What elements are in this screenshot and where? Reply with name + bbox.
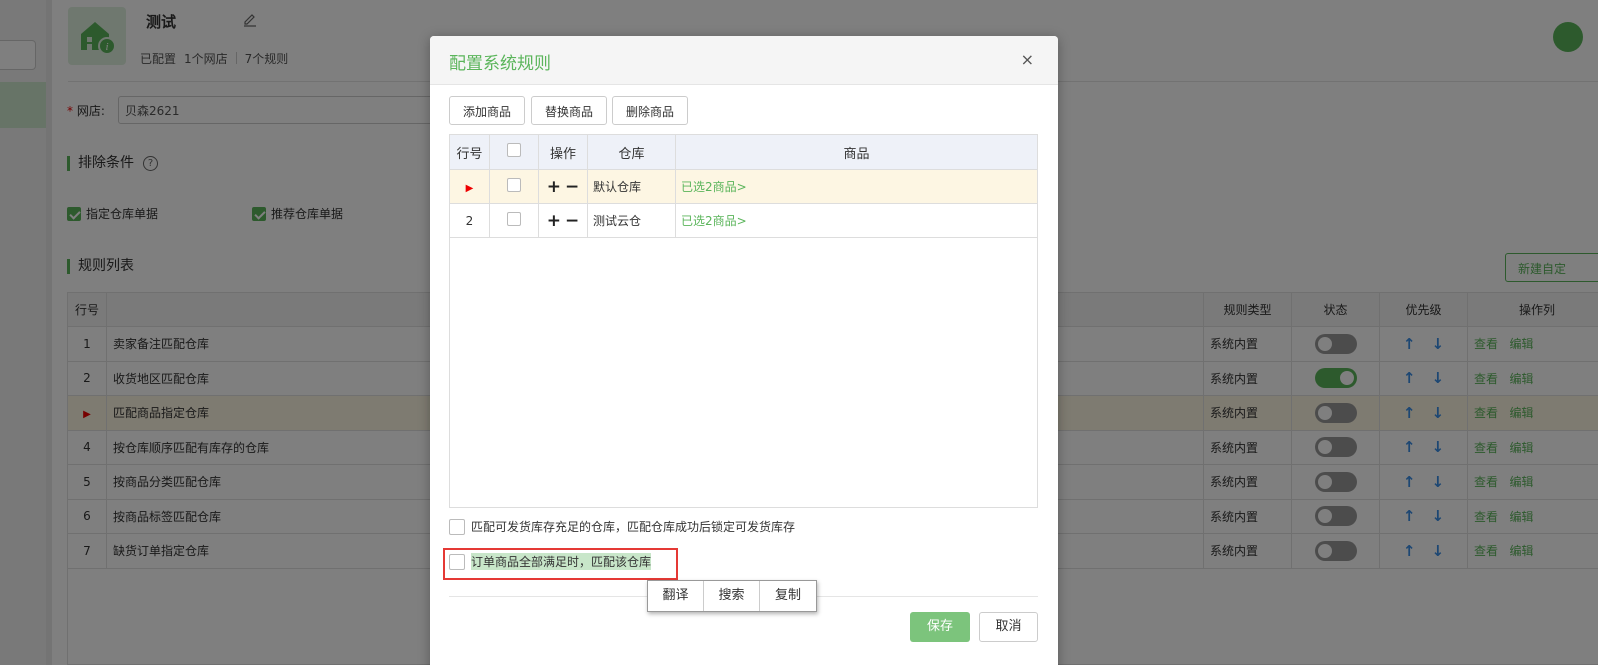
- current-row-marker-icon: ▶: [465, 182, 474, 194]
- table-header: 行号 操作 仓库 商品: [449, 134, 1038, 170]
- option-sufficient-stock[interactable]: 匹配可发货库存充足的仓库，匹配仓库成功后锁定可发货库存: [449, 518, 795, 535]
- col-goods: 商品: [675, 134, 1038, 170]
- col-select-all[interactable]: [489, 134, 539, 170]
- row-checkbox[interactable]: [507, 178, 521, 192]
- goods-selected-link[interactable]: 已选2商品>: [675, 203, 1038, 238]
- cell-warehouse: 测试云仓: [587, 203, 676, 238]
- checkbox[interactable]: [449, 518, 465, 535]
- close-icon[interactable]: ×: [1021, 50, 1034, 69]
- cancel-button[interactable]: 取消: [979, 612, 1038, 642]
- col-op: 操作: [538, 134, 588, 170]
- plus-icon[interactable]: +: [547, 177, 561, 197]
- text-context-menu: 翻译 搜索 复制: [647, 580, 817, 612]
- col-no: 行号: [449, 134, 490, 170]
- goods-table: 行号 操作 仓库 商品 ▶ + − 默认仓库 已选2商品> 2 + − 测试云仓 已选2商品>: [449, 134, 1038, 238]
- table-row[interactable]: ▶ + − 默认仓库 已选2商品>: [449, 169, 1038, 204]
- cell-select: [489, 169, 539, 204]
- delete-goods-button[interactable]: 删除商品: [612, 96, 689, 125]
- col-warehouse: 仓库: [587, 134, 676, 170]
- cell-no: 2: [449, 203, 490, 238]
- row-checkbox[interactable]: [507, 212, 521, 226]
- search-menu-item[interactable]: 搜索: [704, 581, 760, 611]
- dialog-title: 配置系统规则: [449, 54, 551, 74]
- plus-icon[interactable]: +: [547, 211, 561, 231]
- add-goods-button[interactable]: 添加商品: [449, 96, 526, 125]
- goods-table-empty-area: [449, 238, 1038, 508]
- cell-warehouse: 默认仓库: [587, 169, 676, 204]
- replace-goods-button[interactable]: 替换商品: [531, 96, 608, 125]
- cell-op: + −: [538, 169, 588, 204]
- goods-selected-link[interactable]: 已选2商品>: [675, 169, 1038, 204]
- select-all-checkbox[interactable]: [507, 143, 521, 157]
- option-label: 匹配可发货库存充足的仓库，匹配仓库成功后锁定可发货库存: [471, 520, 796, 534]
- minus-icon[interactable]: −: [565, 211, 579, 231]
- save-button[interactable]: 保存: [910, 612, 970, 642]
- minus-icon[interactable]: −: [565, 177, 579, 197]
- cell-select: [489, 203, 539, 238]
- table-row[interactable]: 2 + − 测试云仓 已选2商品>: [449, 203, 1038, 238]
- copy-menu-item[interactable]: 复制: [760, 581, 816, 611]
- highlight-box: [443, 548, 678, 580]
- translate-menu-item[interactable]: 翻译: [648, 581, 704, 611]
- cell-op: + −: [538, 203, 588, 238]
- row-no: 2: [465, 213, 474, 228]
- cell-no: ▶: [449, 169, 490, 204]
- dialog-header: 配置系统规则 ×: [430, 36, 1058, 85]
